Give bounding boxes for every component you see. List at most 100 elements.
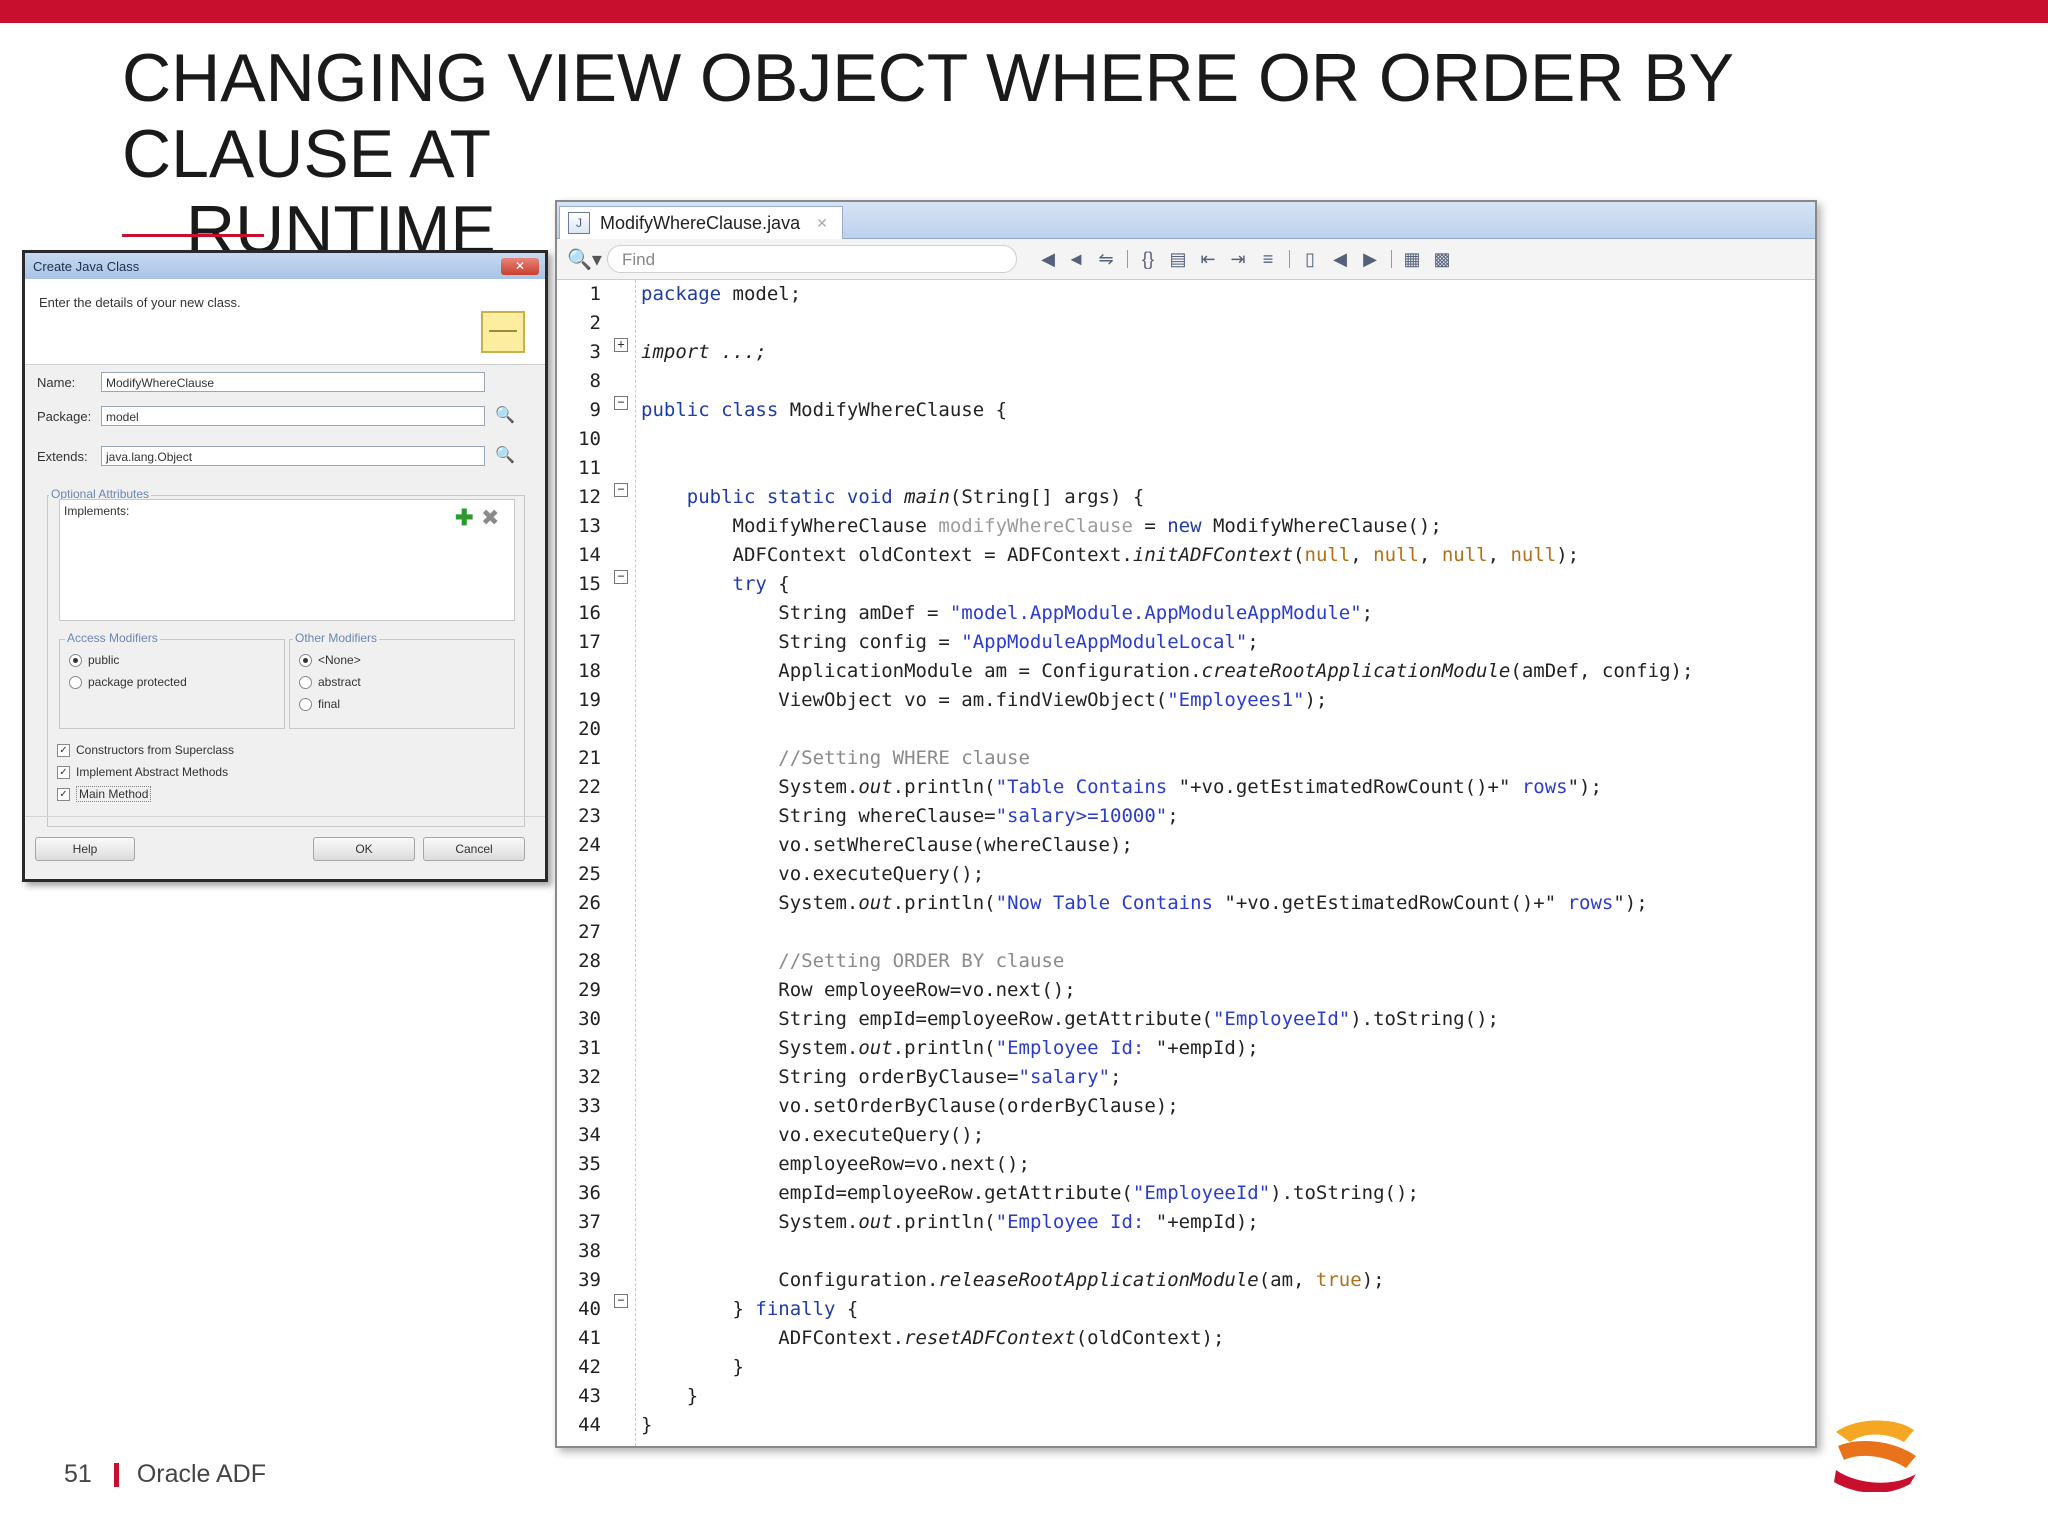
shift-left-icon[interactable]: ⇤: [1195, 247, 1221, 271]
history-icon[interactable]: ◄: [1063, 247, 1089, 271]
dialog-title-bar: Create Java Class: [25, 253, 545, 279]
bookmark-icon[interactable]: ▯: [1297, 247, 1323, 271]
radio-icon: [299, 653, 312, 667]
slide-top-bar: [0, 0, 2048, 23]
constructors-label: Constructors from Superclass: [76, 743, 235, 757]
page-number: 51: [64, 1460, 92, 1488]
source-icon[interactable]: ⇋: [1093, 247, 1119, 271]
create-java-class-dialog: Create Java Class ✕ Enter the details of…: [22, 250, 548, 882]
code-line: String amDef = "model.AppModule.AppModul…: [641, 602, 1374, 624]
line-number: 21: [578, 747, 601, 769]
code-line: import ...;: [641, 341, 767, 363]
company-logo: [1834, 1420, 1916, 1492]
package-label: Package:: [37, 408, 92, 424]
line-number: 38: [578, 1240, 601, 1262]
implements-list[interactable]: Implements:: [59, 499, 515, 621]
indent-guide: [635, 280, 636, 1446]
search-icon[interactable]: 🔍▾: [567, 247, 602, 272]
code-line: public class ModifyWhereClause {: [641, 399, 1008, 421]
extends-field[interactable]: java.lang.Object: [101, 446, 485, 466]
add-icon[interactable]: ✚: [455, 507, 473, 529]
collapse-icon[interactable]: −: [614, 1294, 628, 1308]
constructors-checkbox[interactable]: ✓ Constructors from Superclass: [57, 741, 234, 759]
edit-icon[interactable]: ▦: [1399, 247, 1425, 271]
cancel-button[interactable]: Cancel: [423, 837, 525, 861]
toolbar-separator: [1289, 250, 1290, 268]
line-number: 22: [578, 776, 601, 798]
collapse-icon[interactable]: −: [614, 483, 628, 497]
code-line: ADFContext oldContext = ADFContext.initA…: [641, 544, 1580, 566]
code-line: employeeRow=vo.next();: [641, 1153, 1030, 1175]
shift-right-icon[interactable]: ⇥: [1225, 247, 1251, 271]
line-number: 12: [578, 486, 601, 508]
line-number: 17: [578, 631, 601, 653]
code-line: System.out.println("Employee Id: "+empId…: [641, 1037, 1259, 1059]
close-icon[interactable]: ✕: [501, 258, 539, 275]
package-protected-radio[interactable]: package protected: [69, 673, 187, 691]
implements-label: Implements:: [64, 504, 130, 518]
radio-icon: [69, 675, 82, 689]
checkmark-icon: ✓: [57, 743, 70, 757]
code-line: } finally {: [641, 1298, 859, 1320]
public-radio[interactable]: public: [69, 651, 119, 669]
line-number: 31: [578, 1037, 601, 1059]
line-number-gutter: 1 2 3 8 9 10 11 12 13 14 15 16 17 18 19 20 21 22 23 24 25 26 2…: [557, 280, 607, 1446]
code-editor-window: J ModifyWhereClause.java ✕ 🔍▾ Find ◀ ◄ ⇋…: [555, 200, 1817, 1448]
line-number: 35: [578, 1153, 601, 1175]
toolbar-separator: [1127, 250, 1128, 268]
package-search-icon[interactable]: 🔍: [495, 405, 517, 427]
extends-search-icon[interactable]: 🔍: [495, 445, 517, 467]
code-line: empId=employeeRow.getAttribute("Employee…: [641, 1182, 1419, 1204]
code-line: String empId=employeeRow.getAttribute("E…: [641, 1008, 1499, 1030]
line-number: 16: [578, 602, 601, 624]
code-area[interactable]: 1 2 3 8 9 10 11 12 13 14 15 16 17 18 19 20 21 22 23 24 25 26 2…: [557, 280, 1815, 1446]
ok-button[interactable]: OK: [313, 837, 415, 861]
dialog-footer: Help OK Cancel: [25, 816, 545, 879]
abstract-radio[interactable]: abstract: [299, 673, 361, 691]
line-number: 37: [578, 1211, 601, 1233]
code-line: System.out.println("Employee Id: "+empId…: [641, 1211, 1259, 1233]
tab-modifywhereclause-java[interactable]: J ModifyWhereClause.java ✕: [559, 206, 843, 239]
code-line: String config = "AppModuleAppModuleLocal…: [641, 631, 1259, 653]
checkmark-icon: ✓: [57, 765, 70, 779]
line-number: 8: [589, 370, 601, 392]
main-method-checkbox[interactable]: ✓ Main Method: [57, 785, 152, 803]
code-line: Configuration.releaseRootApplicationModu…: [641, 1269, 1385, 1291]
line-number: 34: [578, 1124, 601, 1146]
find-input[interactable]: Find: [607, 245, 1017, 273]
code-line: vo.setWhereClause(whereClause);: [641, 834, 1133, 856]
access-modifiers-title: Access Modifiers: [65, 631, 160, 645]
code-line: vo.executeQuery();: [641, 863, 985, 885]
none-radio[interactable]: <None>: [299, 651, 361, 669]
name-field[interactable]: ModifyWhereClause: [101, 372, 485, 392]
line-number: 10: [578, 428, 601, 450]
help-button[interactable]: Help: [35, 837, 135, 861]
close-tab-icon[interactable]: ✕: [816, 215, 828, 232]
expand-icon[interactable]: +: [614, 338, 628, 352]
package-field[interactable]: model: [101, 406, 485, 426]
line-number: 11: [578, 457, 601, 479]
package-row: Package: model: [37, 405, 485, 427]
collapse-icon[interactable]: −: [614, 396, 628, 410]
code-line: ViewObject vo = am.findViewObject("Emplo…: [641, 689, 1328, 711]
public-label: public: [88, 653, 120, 667]
panel-icon[interactable]: ▩: [1429, 247, 1455, 271]
remove-icon[interactable]: ✖: [481, 507, 499, 529]
next-bookmark-icon[interactable]: ▶: [1357, 247, 1383, 271]
code-line: Row employeeRow=vo.next();: [641, 979, 1076, 1001]
toggle-comment-icon[interactable]: ▤: [1165, 247, 1191, 271]
line-number: 30: [578, 1008, 601, 1030]
back-icon[interactable]: ◀: [1035, 247, 1061, 271]
line-number: 41: [578, 1327, 601, 1349]
collapse-icon[interactable]: −: [614, 570, 628, 584]
implement-abstract-checkbox[interactable]: ✓ Implement Abstract Methods: [57, 763, 228, 781]
code-line: try {: [732, 573, 790, 595]
abstract-label: abstract: [318, 675, 361, 689]
format-icon[interactable]: ≡: [1255, 247, 1281, 271]
footer-text: Oracle ADF: [136, 1460, 267, 1488]
braces-icon[interactable]: {}: [1135, 247, 1161, 271]
previous-bookmark-icon[interactable]: ◀: [1327, 247, 1353, 271]
final-radio[interactable]: final: [299, 695, 340, 713]
footer-divider: [113, 1462, 119, 1487]
line-number: 28: [578, 950, 601, 972]
